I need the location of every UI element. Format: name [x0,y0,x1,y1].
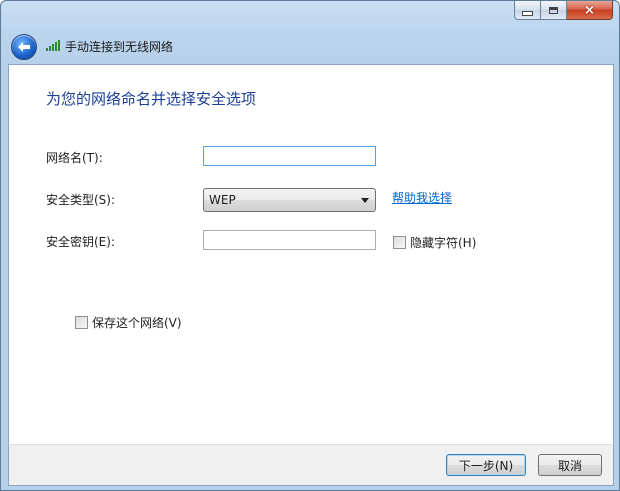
cancel-button[interactable]: 取消 [538,454,602,476]
security-type-value: WEP [209,193,236,207]
save-network-checkbox[interactable] [75,316,88,329]
window-title: 手动连接到无线网络 [65,40,174,54]
hide-characters-checkbox[interactable] [393,236,406,249]
chevron-down-icon [361,198,369,203]
content-panel: 为您的网络命名并选择安全选项 网络名(T): 安全类型(S): WEP 帮助我选… [8,64,614,445]
network-name-label: 网络名(T): [46,151,103,165]
minimize-icon [522,10,533,16]
close-button[interactable]: × [567,1,613,20]
wizard-window: × 手动连接到无线网络 为您的网络命名并选择安全选项 网络名(T): 安全类型(… [0,0,620,491]
security-key-input[interactable] [203,230,376,250]
security-key-label: 安全密钥(E): [46,235,115,249]
footer-bar: 下一步(N) 取消 [8,444,614,486]
page-heading: 为您的网络命名并选择安全选项 [46,90,257,108]
network-name-input[interactable] [203,146,376,166]
hide-characters-option[interactable]: 隐藏字符(H) [393,234,476,251]
wireless-signal-icon [46,39,60,51]
back-button[interactable] [11,34,37,60]
security-type-label: 安全类型(S): [46,193,116,207]
next-button[interactable]: 下一步(N) [446,454,526,476]
help-me-choose-link[interactable]: 帮助我选择 [392,189,452,206]
save-network-option[interactable]: 保存这个网络(V) [75,314,182,331]
maximize-button[interactable] [541,1,567,20]
caption-buttons: × [514,1,613,20]
maximize-icon [549,6,558,14]
close-icon: × [584,2,595,18]
save-network-label: 保存这个网络(V) [92,316,182,330]
back-arrow-icon [18,42,30,52]
minimize-button[interactable] [514,1,541,20]
hide-characters-label: 隐藏字符(H) [410,236,477,250]
security-type-select[interactable]: WEP [203,188,376,212]
